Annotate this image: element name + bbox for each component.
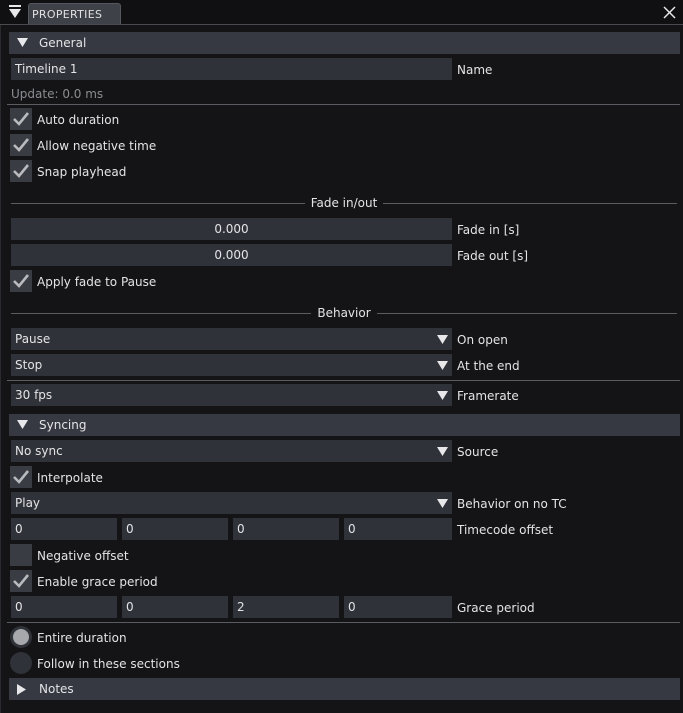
source-label: Source (457, 445, 499, 459)
name-label: Name (457, 63, 493, 77)
radio-selected-dot (13, 629, 29, 645)
at-end-value: Stop (15, 358, 43, 372)
on-open-value: Pause (15, 332, 51, 346)
timecode-offset-minutes-value: 0 (126, 522, 134, 536)
menu-triangle-icon[interactable] (9, 5, 21, 19)
triangle-right-icon (17, 684, 26, 695)
fade-in-label: Fade in [s] (457, 223, 520, 237)
framerate-select[interactable]: 30 fps (11, 384, 452, 406)
close-icon[interactable] (663, 6, 676, 19)
fade-in-value: 0.000 (214, 222, 249, 236)
snap-playhead-checkbox[interactable] (10, 160, 32, 182)
grace-period-seconds-input[interactable]: 2 (233, 596, 339, 618)
properties-panel: General Timeline 1 Name Update: 0.0 ms A… (0, 25, 683, 713)
section-syncing-header[interactable]: Syncing (9, 414, 680, 436)
fade-out-input[interactable]: 0.000 (11, 244, 452, 266)
checkmark-icon (13, 470, 30, 484)
grace-period-seconds-value: 2 (237, 600, 245, 614)
triangle-down-icon (17, 38, 28, 47)
framerate-value: 30 fps (15, 388, 53, 402)
apply-fade-to-pause-label: Apply fade to Pause (37, 275, 157, 289)
grace-period-hours-value: 0 (15, 600, 23, 614)
grace-period-frames-input[interactable]: 0 (344, 596, 452, 618)
fade-out-value: 0.000 (214, 248, 249, 262)
timecode-offset-hours-value: 0 (15, 522, 23, 536)
apply-fade-to-pause-checkbox[interactable] (10, 270, 32, 292)
timecode-offset-hours-input[interactable]: 0 (11, 518, 117, 540)
name-input-value: Timeline 1 (15, 62, 78, 76)
fade-out-label: Fade out [s] (457, 249, 529, 263)
follow-sections-radio[interactable] (10, 652, 32, 674)
update-text: Update: 0.0 ms (11, 87, 104, 101)
entire-duration-label: Entire duration (37, 631, 127, 645)
negative-offset-label: Negative offset (37, 549, 129, 563)
section-notes-label: Notes (39, 682, 74, 696)
timecode-offset-label: Timecode offset (457, 523, 554, 537)
framerate-label: Framerate (457, 389, 519, 403)
checkmark-icon (13, 138, 30, 152)
section-syncing-label: Syncing (39, 418, 87, 432)
on-open-select[interactable]: Pause (11, 328, 452, 350)
behavior-no-tc-label: Behavior on no TC (457, 497, 567, 511)
on-open-label: On open (457, 333, 508, 347)
source-select[interactable]: No sync (11, 440, 452, 462)
interpolate-checkbox[interactable] (10, 466, 32, 488)
allow-negative-time-label: Allow negative time (37, 139, 157, 153)
grace-period-label: Grace period (457, 601, 535, 615)
source-value: No sync (15, 444, 63, 458)
grace-period-minutes-input[interactable]: 0 (122, 596, 228, 618)
auto-duration-checkbox[interactable] (10, 108, 32, 130)
timecode-offset-frames-value: 0 (348, 522, 356, 536)
enable-grace-period-label: Enable grace period (37, 575, 158, 589)
interpolate-label: Interpolate (37, 471, 103, 485)
behavior-no-tc-value: Play (15, 496, 41, 510)
grace-period-hours-input[interactable]: 0 (11, 596, 117, 618)
allow-negative-time-checkbox[interactable] (10, 134, 32, 156)
behavior-no-tc-select[interactable]: Play (11, 492, 452, 514)
section-general-label: General (39, 36, 87, 50)
grace-period-frames-value: 0 (348, 600, 356, 614)
panel-titlebar: PROPERTIES (0, 0, 683, 24)
snap-playhead-label: Snap playhead (37, 165, 127, 179)
at-end-label: At the end (457, 359, 520, 373)
dropdown-arrow-icon (437, 499, 448, 508)
triangle-down-icon (17, 420, 28, 429)
separator (7, 104, 680, 105)
name-input[interactable]: Timeline 1 (11, 58, 452, 80)
fade-in-input[interactable]: 0.000 (11, 218, 452, 240)
fade-group-title: Fade in/out (11, 196, 677, 210)
behavior-group-label: Behavior (311, 306, 377, 320)
timecode-offset-frames-input[interactable]: 0 (344, 518, 452, 540)
tab-properties[interactable]: PROPERTIES (28, 3, 121, 24)
section-general-header[interactable]: General (9, 32, 680, 54)
dropdown-arrow-icon (437, 335, 448, 344)
dropdown-arrow-icon (437, 361, 448, 370)
auto-duration-label: Auto duration (37, 113, 120, 127)
section-notes-header[interactable]: Notes (9, 678, 680, 700)
checkmark-icon (13, 164, 30, 178)
enable-grace-period-checkbox[interactable] (10, 570, 32, 592)
checkmark-icon (13, 274, 30, 288)
timecode-offset-minutes-input[interactable]: 0 (122, 518, 228, 540)
tab-properties-label: PROPERTIES (32, 8, 103, 21)
checkmark-icon (13, 112, 30, 126)
at-end-select[interactable]: Stop (11, 354, 452, 376)
negative-offset-checkbox[interactable] (10, 544, 32, 566)
grace-period-minutes-value: 0 (126, 600, 134, 614)
follow-sections-label: Follow in these sections (37, 657, 180, 671)
fade-group-label: Fade in/out (304, 196, 384, 210)
entire-duration-radio[interactable] (10, 626, 32, 648)
separator (7, 380, 680, 381)
checkmark-icon (13, 574, 30, 588)
timecode-offset-seconds-value: 0 (237, 522, 245, 536)
behavior-group-title: Behavior (11, 306, 677, 320)
separator (7, 622, 680, 623)
timecode-offset-seconds-input[interactable]: 0 (233, 518, 339, 540)
dropdown-arrow-icon (437, 447, 448, 456)
dropdown-arrow-icon (437, 391, 448, 400)
